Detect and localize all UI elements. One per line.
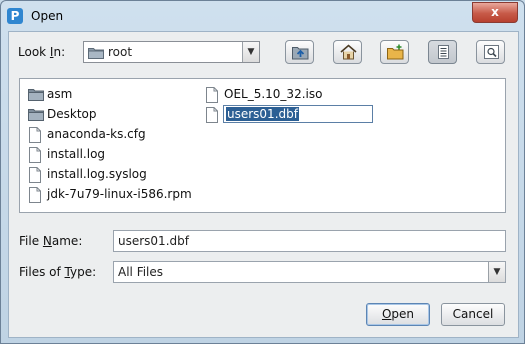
files-of-type-value: All Files [118,265,164,279]
file-name-label: asm [47,87,73,101]
details-view-icon [484,45,499,59]
file-name-label: install.log.syslog [47,167,147,181]
file-icon [206,107,218,123]
dialog-body: Look In: root ▼ asm Desktop anaconda-ks.… [8,31,519,338]
list-view-icon [438,45,449,59]
files-of-type-label: Files of Type: [19,265,97,279]
file-name-label: OEL_5.10_32.iso [224,87,323,101]
file-name-label: anaconda-ks.cfg [47,127,146,141]
file-icon [29,187,41,203]
file-name-field[interactable]: users01.dbf [113,230,506,252]
folder-icon [28,109,44,121]
details-view-button[interactable] [476,40,505,64]
look-in-combo[interactable]: root ▼ [83,41,260,63]
rename-selected-text: users01.dbf [226,107,299,121]
window-title: Open [31,9,64,23]
file-name-label: install.log [47,147,106,161]
create-new-folder-button[interactable] [380,40,409,64]
file-icon [206,87,218,103]
open-button[interactable]: Open [366,303,430,326]
open-dialog: P Open x Look In: root ▼ asm Desktop ana… [0,0,525,344]
folder-icon [28,89,44,101]
chevron-down-icon[interactable]: ▼ [488,262,505,282]
file-name-label: jdk-7u79-linux-i586.rpm [47,187,192,201]
folder-icon [88,48,104,59]
file-name-label: Desktop [47,107,97,121]
cancel-button[interactable]: Cancel [441,303,505,326]
new-folder-icon [387,44,404,60]
file-name-label: File Name: [19,234,83,248]
file-name-value: users01.dbf [118,234,189,248]
chevron-down-icon[interactable]: ▼ [242,42,259,62]
file-icon [29,127,41,143]
file-icon [29,147,41,163]
look-in-value: root [108,45,133,59]
file-icon [29,167,41,183]
list-view-button[interactable] [428,40,457,64]
home-button[interactable] [333,40,362,64]
files-of-type-combo[interactable]: All Files ▼ [113,261,506,283]
file-list[interactable]: asm Desktop anaconda-ks.cfg install.log inst… [19,78,506,213]
up-one-level-button[interactable] [285,40,314,64]
rename-field[interactable]: users01.dbf [223,105,373,123]
look-in-label: Look In: [18,45,66,59]
close-button[interactable]: x [472,2,518,23]
app-icon: P [7,8,23,24]
folder-up-icon [292,47,309,60]
home-icon [340,44,357,60]
title-bar[interactable]: P Open x [1,1,524,31]
